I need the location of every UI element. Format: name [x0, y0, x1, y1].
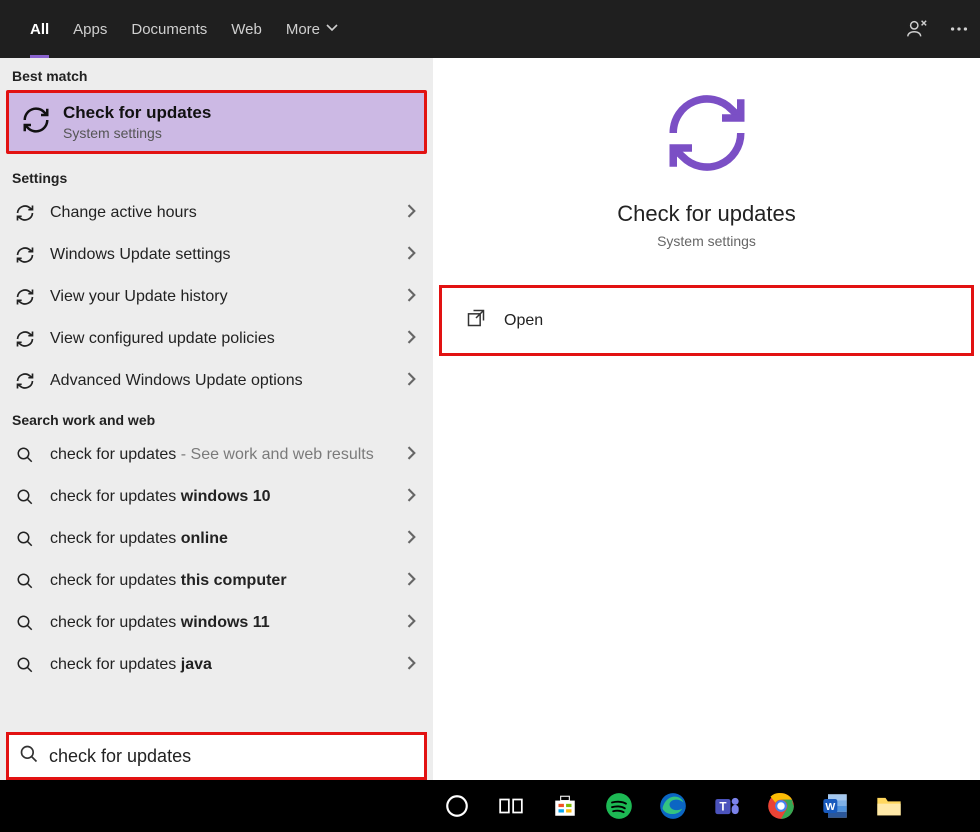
web-suggestion-label: check for updates this computer [50, 572, 287, 590]
web-suggestion[interactable]: check for updates java [0, 644, 433, 686]
search-icon [14, 528, 36, 550]
chevron-right-icon [405, 204, 419, 223]
search-icon [14, 570, 36, 592]
edge-icon[interactable] [656, 789, 690, 823]
chevron-right-icon [405, 246, 419, 265]
file-explorer-icon[interactable] [872, 789, 906, 823]
web-suggestion-label: check for updates windows 10 [50, 488, 271, 506]
word-icon[interactable]: W [818, 789, 852, 823]
preview-subtitle: System settings [657, 233, 756, 249]
best-match-title: Check for updates [63, 103, 211, 123]
tab-all[interactable]: All [18, 0, 61, 58]
web-suggestion[interactable]: check for updates windows 11 [0, 602, 433, 644]
section-header-settings: Settings [0, 160, 433, 192]
preview-title: Check for updates [617, 201, 796, 227]
search-box[interactable] [6, 732, 427, 780]
feedback-icon[interactable] [906, 18, 928, 40]
web-suggestion[interactable]: check for updates windows 10 [0, 476, 433, 518]
tab-documents[interactable]: Documents [119, 0, 219, 58]
chevron-right-icon [405, 530, 419, 549]
refresh-icon [662, 88, 752, 183]
search-scope-tabs: All Apps Documents Web More [0, 0, 980, 58]
tab-more[interactable]: More [274, 0, 350, 58]
web-suggestion[interactable]: check for updates online [0, 518, 433, 560]
open-external-icon [466, 308, 486, 333]
open-action[interactable]: Open [439, 285, 974, 356]
web-suggestion-label: check for updates - See work and web res… [50, 446, 374, 464]
chevron-down-icon [326, 21, 338, 38]
cortana-icon[interactable] [440, 789, 474, 823]
refresh-icon [14, 286, 36, 308]
chevron-right-icon [405, 372, 419, 391]
settings-item[interactable]: View your Update history [0, 276, 433, 318]
more-icon[interactable] [948, 18, 970, 40]
refresh-icon [21, 105, 51, 140]
refresh-icon [14, 370, 36, 392]
settings-item[interactable]: View configured update policies [0, 318, 433, 360]
web-suggestion-label: check for updates online [50, 530, 228, 548]
search-icon [14, 486, 36, 508]
best-match-result[interactable]: Check for updates System settings [6, 90, 427, 154]
web-suggestion-label: check for updates windows 11 [50, 614, 270, 632]
web-suggestion-label: check for updates java [50, 656, 212, 674]
spotify-icon[interactable] [602, 789, 636, 823]
search-icon [19, 744, 39, 769]
open-action-label: Open [504, 312, 543, 330]
settings-item-label: Change active hours [50, 204, 197, 222]
refresh-icon [14, 202, 36, 224]
tab-apps[interactable]: Apps [61, 0, 119, 58]
settings-item-label: Advanced Windows Update options [50, 372, 303, 390]
search-icon [14, 612, 36, 634]
chevron-right-icon [405, 288, 419, 307]
tab-web[interactable]: Web [219, 0, 274, 58]
search-icon [14, 654, 36, 676]
taskbar: T W [0, 780, 980, 832]
settings-item-label: View configured update policies [50, 330, 275, 348]
task-view-icon[interactable] [494, 789, 528, 823]
web-suggestion[interactable]: check for updates this computer [0, 560, 433, 602]
chevron-right-icon [405, 330, 419, 349]
chevron-right-icon [405, 656, 419, 675]
preview-panel: Check for updates System settings Open [433, 58, 980, 780]
chevron-right-icon [405, 572, 419, 591]
chevron-right-icon [405, 488, 419, 507]
best-match-subtitle: System settings [63, 125, 211, 141]
svg-text:W: W [825, 801, 835, 813]
store-icon[interactable] [548, 789, 582, 823]
search-icon [14, 444, 36, 466]
settings-item[interactable]: Windows Update settings [0, 234, 433, 276]
search-input[interactable] [49, 746, 414, 767]
section-header-web: Search work and web [0, 402, 433, 434]
refresh-icon [14, 328, 36, 350]
teams-icon[interactable]: T [710, 789, 744, 823]
web-suggestion[interactable]: check for updates - See work and web res… [0, 434, 433, 476]
chevron-right-icon [405, 614, 419, 633]
refresh-icon [14, 244, 36, 266]
settings-item-label: View your Update history [50, 288, 228, 306]
results-panel: Best match Check for updates System sett… [0, 58, 433, 780]
chrome-icon[interactable] [764, 789, 798, 823]
chevron-right-icon [405, 446, 419, 465]
settings-item[interactable]: Advanced Windows Update options [0, 360, 433, 402]
section-header-best-match: Best match [0, 58, 433, 90]
settings-item-label: Windows Update settings [50, 246, 231, 264]
settings-item[interactable]: Change active hours [0, 192, 433, 234]
svg-text:T: T [719, 801, 726, 814]
